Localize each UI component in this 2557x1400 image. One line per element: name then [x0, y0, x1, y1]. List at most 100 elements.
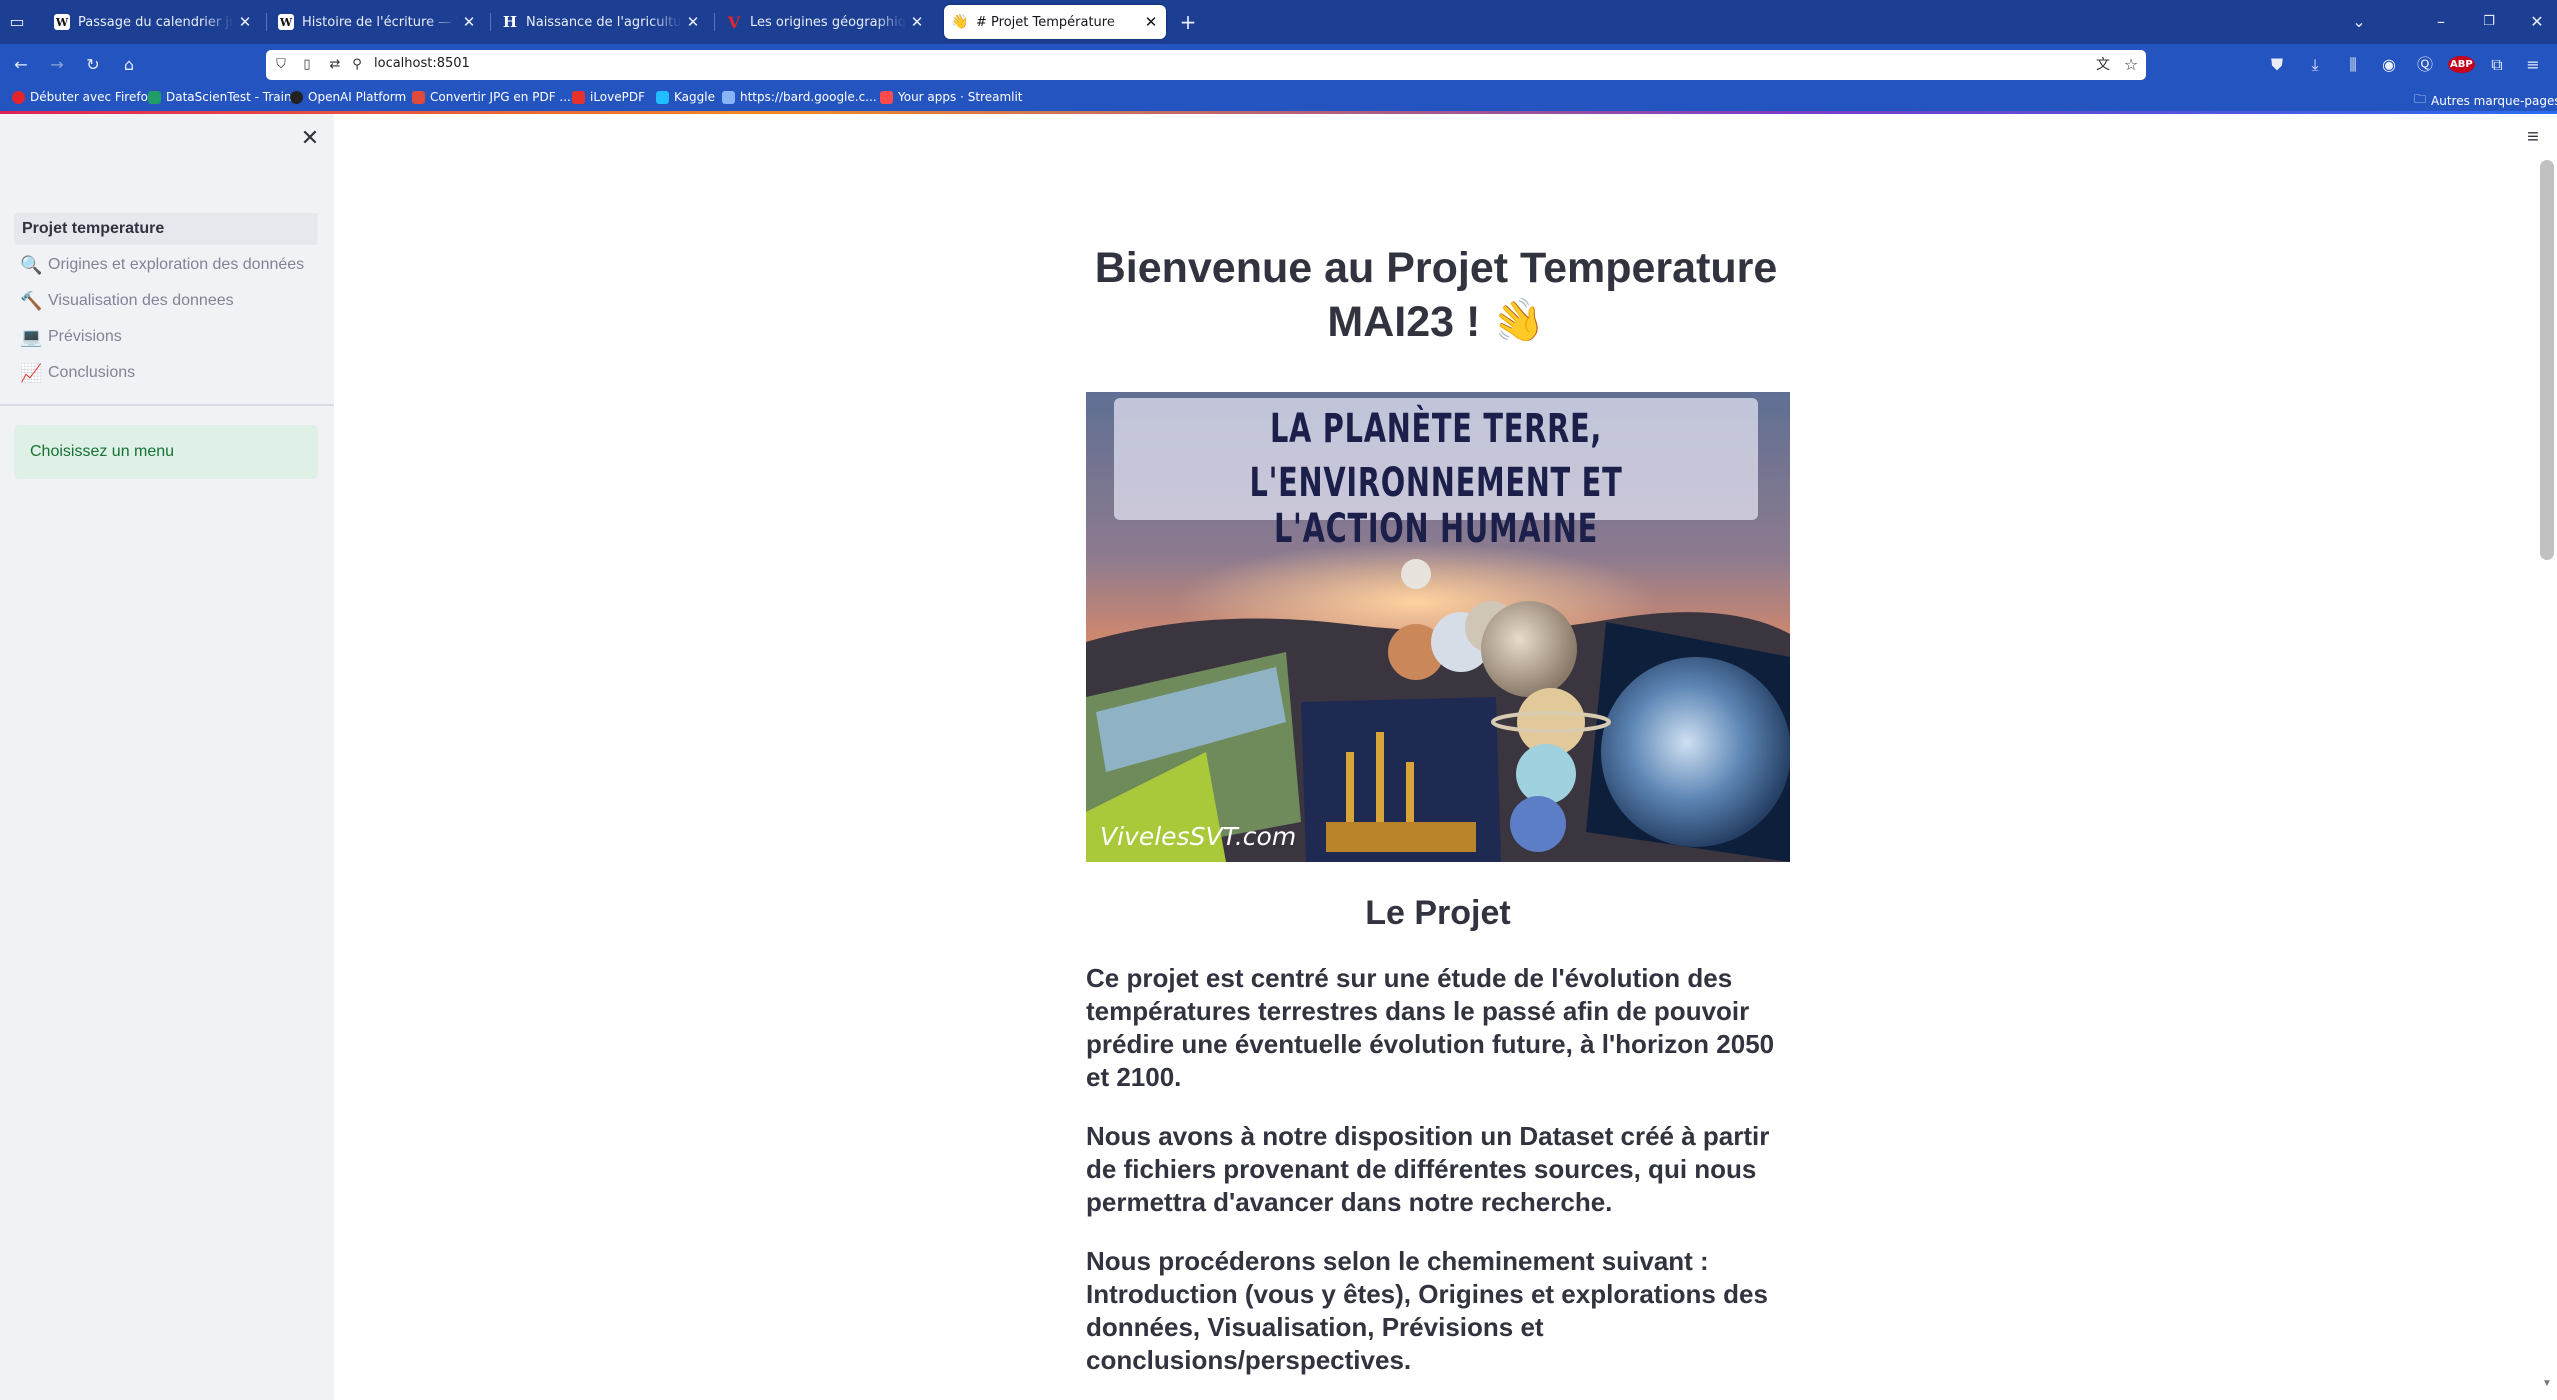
tab-overview-icon[interactable]: ▭: [4, 9, 30, 35]
v-favicon-icon: V: [727, 12, 741, 32]
history-favicon-icon: H: [502, 13, 518, 31]
dataset-paragraph: Nous avons à notre disposition un Datase…: [1086, 1121, 1770, 1217]
bard-icon: [722, 90, 735, 104]
tab-title: Passage du calendrier julien au: [78, 14, 234, 30]
bookmark-star-icon[interactable]: ☆: [2118, 52, 2144, 78]
bookmark-ilovepdf[interactable]: iLovePDF: [572, 90, 645, 104]
tab-title: Naissance de l'agriculture (-11 000: [526, 14, 682, 30]
chart-icon: 📈: [20, 362, 43, 384]
close-tab-icon[interactable]: ✕: [910, 13, 924, 31]
firefox-icon: [12, 90, 25, 104]
scroll-down-arrow-icon[interactable]: ▼: [2540, 1378, 2554, 1389]
close-tab-icon[interactable]: ✕: [238, 13, 252, 31]
tab-title: Histoire de l'écriture — Wikipédia: [302, 14, 458, 30]
sidebar-item-previsions[interactable]: 💻 Prévisions: [14, 321, 318, 353]
tab-agriculture[interactable]: H Naissance de l'agriculture (-11 000 ✕: [494, 5, 708, 39]
scrollbar-thumb[interactable]: [2540, 160, 2554, 560]
app-menu-icon[interactable]: ≡: [2520, 52, 2546, 78]
tab-calendrier[interactable]: W Passage du calendrier julien au ✕: [46, 5, 260, 39]
sidebar-item-origines[interactable]: 🔍 Origines et exploration des données: [14, 249, 318, 281]
close-tab-icon[interactable]: ✕: [462, 13, 476, 31]
new-tab-plus-icon[interactable]: +: [1175, 9, 1201, 35]
downloads-icon[interactable]: ⤓: [2302, 52, 2328, 78]
sidebar-item-label: Prévisions: [48, 328, 122, 345]
tab-origines[interactable]: V Les origines géographiques de ✕: [718, 5, 932, 39]
streamlit-icon: [880, 90, 893, 104]
forward-arrow-icon[interactable]: →: [44, 52, 70, 78]
close-window-icon[interactable]: ✕: [2524, 9, 2550, 35]
tab-separator: [490, 13, 491, 31]
plan-paragraph: Nous procéderons selon le cheminement su…: [1086, 1246, 1768, 1375]
kaggle-icon: [656, 90, 669, 104]
intro-paragraph: Ce projet est centré sur une étude de l'…: [1086, 963, 1775, 1092]
magnifier-icon: 🔍: [20, 254, 43, 276]
title-line-1: Bienvenue au Projet Temperature: [1094, 244, 1778, 292]
hero-banner: LA PLANÈTE TERRE, L'ENVIRONNEMENT ET L'A…: [1114, 398, 1758, 552]
title-line-2: MAI23 ! 👋: [1086, 292, 1786, 351]
pocket-icon[interactable]: ⛊: [2264, 52, 2290, 78]
list-tabs-chevron-icon[interactable]: ⌄: [2346, 9, 2372, 35]
sidebar-item-conclusions[interactable]: 📈 Conclusions: [14, 357, 318, 389]
page-info-icon[interactable]: ▯: [294, 52, 320, 78]
sidebar-item-label: Visualisation des donnees: [48, 292, 234, 309]
banner-line-2: L'ENVIRONNEMENT ET L'ACTION HUMAINE: [1249, 460, 1623, 552]
microphone-icon[interactable]: ⚲: [344, 52, 370, 78]
bookmark-streamlit[interactable]: Your apps · Streamlit: [880, 90, 1023, 104]
vpn-icon[interactable]: ◉: [2376, 52, 2402, 78]
datascientest-icon: [148, 90, 161, 104]
close-sidebar-icon[interactable]: ✕: [298, 124, 322, 152]
minimize-icon[interactable]: –: [2428, 9, 2454, 35]
banner-line-1: LA PLANÈTE TERRE,: [1269, 406, 1603, 452]
bookmark-bard[interactable]: https://bard.google.c...: [722, 90, 877, 104]
sidebar-item-label: Conclusions: [48, 364, 136, 381]
url-text[interactable]: localhost:8501: [374, 56, 470, 71]
url-bar[interactable]: [266, 50, 2146, 80]
section-heading: Le Projet: [1365, 894, 1511, 932]
main-menu-icon[interactable]: ≡: [2520, 124, 2546, 150]
close-tab-icon[interactable]: ✕: [686, 13, 700, 31]
wikipedia-favicon-icon: W: [54, 14, 70, 30]
tab-separator: [266, 13, 267, 31]
translate-icon[interactable]: 文: [2090, 52, 2116, 78]
other-bookmarks[interactable]: 🗀 Autres marque-pages: [2414, 90, 2557, 111]
sidebar-item-projet-temperature[interactable]: Projet temperature: [14, 213, 318, 245]
library-icon[interactable]: ⫼: [2340, 52, 2366, 78]
bookmark-convertir-jpg[interactable]: Convertir JPG en PDF ...: [412, 90, 571, 104]
accent-line: [0, 111, 2557, 114]
tab-title: # Projet Température: [976, 14, 1115, 30]
bookmark-datascientest[interactable]: DataScienTest - Train: [148, 90, 292, 104]
extensions-puzzle-icon[interactable]: ⧉: [2484, 52, 2510, 78]
image-watermark: VivelesSVT.com: [1100, 822, 1297, 851]
ilovepdf-icon: [572, 90, 585, 104]
reload-icon[interactable]: ↻: [80, 52, 106, 78]
hero-image: LA PLANÈTE TERRE, L'ENVIRONNEMENT ET L'A…: [1086, 392, 1790, 862]
sidebar-item-label: Projet temperature: [22, 220, 165, 237]
adblock-icon[interactable]: ABP: [2448, 52, 2475, 78]
sidebar-divider: [0, 404, 334, 406]
folder-icon: 🗀: [2414, 92, 2427, 106]
wave-favicon-icon: 👋: [951, 14, 969, 30]
laptop-icon: 💻: [20, 326, 43, 348]
tab-ecriture[interactable]: W Histoire de l'écriture — Wikipédia ✕: [270, 5, 484, 39]
home-icon[interactable]: ⌂: [116, 52, 142, 78]
tab-separator: [714, 13, 715, 31]
wikipedia-favicon-icon: W: [278, 14, 294, 30]
tools-icon: 🔨: [20, 290, 43, 312]
bookmark-debuter-firefox[interactable]: Débuter avec Firefox: [12, 90, 155, 104]
extension-q-icon[interactable]: Ⓠ: [2412, 52, 2438, 78]
bookmark-openai[interactable]: OpenAI Platform: [290, 90, 406, 104]
shield-icon[interactable]: ⛉: [268, 52, 294, 78]
sidebar-item-visualisation[interactable]: 🔨 Visualisation des donnees: [14, 285, 318, 317]
openai-icon: [290, 90, 303, 104]
pdf-icon: [412, 90, 425, 104]
restore-icon[interactable]: ❐: [2476, 9, 2502, 35]
close-tab-icon[interactable]: ✕: [1144, 13, 1158, 31]
tab-title: Les origines géographiques de: [750, 14, 906, 30]
info-alert: Choisissez un menu: [14, 425, 318, 479]
waving-hand-icon: 👋: [1487, 292, 1550, 351]
sidebar-item-label: Origines et exploration des données: [48, 256, 305, 273]
page-title: Bienvenue au Projet Temperature MAI23 ! …: [1086, 242, 1786, 351]
bookmark-kaggle[interactable]: Kaggle: [656, 90, 715, 104]
tab-projet-temperature[interactable]: 👋 # Projet Température ✕: [944, 5, 1166, 39]
back-arrow-icon[interactable]: ←: [8, 52, 34, 78]
